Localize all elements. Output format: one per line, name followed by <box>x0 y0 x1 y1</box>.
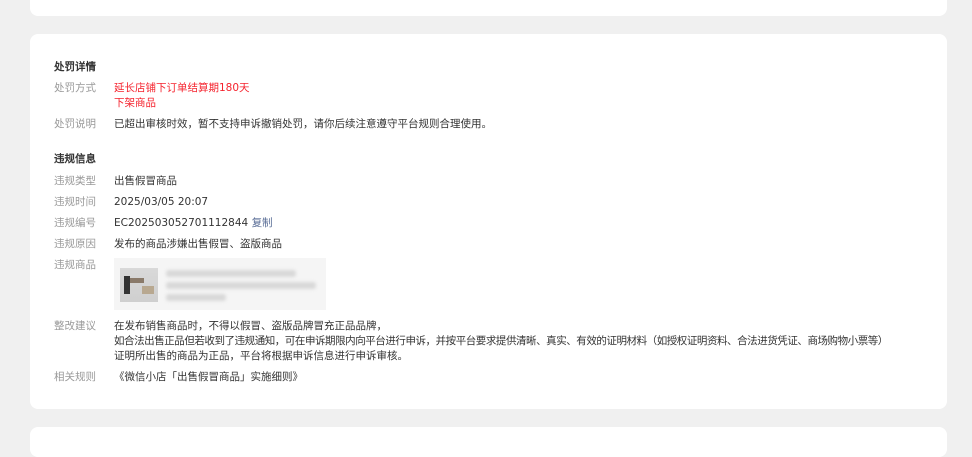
rectify-row: 整改建议 在发布销售商品时，不得以假冒、盗版品牌冒充正品品牌， 如合法出售正品但… <box>54 319 927 367</box>
product-image <box>120 268 158 302</box>
product-title-blurred <box>166 282 316 289</box>
product-image-detail <box>130 278 144 283</box>
product-card[interactable] <box>114 258 326 310</box>
penalty-desc-value: 已超出审核时效，暂不支持申诉撤销处罚，请你后续注意遵守平台规则合理使用。 <box>114 118 492 130</box>
penalty-detail-card: 处罚详情 处罚方式 延长店铺下订单结算期180天 下架商品 处罚说明 已超出审核… <box>30 34 947 409</box>
penalty-method-item: 延长店铺下订单结算期180天 <box>114 82 250 94</box>
penalty-method-item: 下架商品 <box>114 97 156 109</box>
violation-product-label: 违规商品 <box>54 259 96 271</box>
product-image-detail <box>142 286 154 294</box>
violation-type-value: 出售假冒商品 <box>114 175 177 187</box>
product-price-blurred <box>166 294 226 301</box>
previous-card <box>30 0 947 16</box>
violation-product-value <box>114 258 927 310</box>
next-card <box>30 427 947 457</box>
penalty-section-title: 处罚详情 <box>54 61 96 73</box>
penalty-desc-label: 处罚说明 <box>54 118 96 130</box>
violation-id-value: EC20250305270111284​4 复制 <box>114 216 927 231</box>
penalty-method-value: 延长店铺下订单结算期180天 下架商品 <box>114 81 927 111</box>
violation-time-value: 2025/03/05 20:07 <box>114 196 209 208</box>
violation-id-text: EC20250305270111284​4 <box>114 217 249 229</box>
penalty-method-row: 处罚方式 延长店铺下订单结算期180天 下架商品 <box>54 81 927 113</box>
copy-button[interactable]: 复制 <box>252 217 273 229</box>
violation-reason-label: 违规原因 <box>54 238 96 250</box>
violation-reason-value: 发布的商品涉嫌出售假冒、盗版商品 <box>114 238 282 250</box>
violation-id-label: 违规编号 <box>54 217 96 229</box>
violation-time-label: 违规时间 <box>54 196 96 208</box>
violation-type-label: 违规类型 <box>54 175 96 187</box>
rectify-line: 如合法出售正品但若收到了违规通知，可在申诉期限内向平台进行申诉，并按平台要求提供… <box>114 335 888 347</box>
violation-section-title: 违规信息 <box>54 153 96 165</box>
rectify-value: 在发布销售商品时，不得以假冒、盗版品牌冒充正品品牌， 如合法出售正品但若收到了违… <box>114 319 927 364</box>
penalty-method-label: 处罚方式 <box>54 82 96 94</box>
rules-link[interactable]: 《微信小店「出售假冒商品」实施细则》 <box>114 370 927 385</box>
rectify-line: 在发布销售商品时，不得以假冒、盗版品牌冒充正品品牌， <box>114 320 387 332</box>
violation-product-row: 违规商品 <box>54 258 927 314</box>
rectify-label: 整改建议 <box>54 320 96 332</box>
product-title-blurred <box>166 270 296 277</box>
rules-label: 相关规则 <box>54 371 96 383</box>
rectify-line: 证明所出售的商品为正品，平台将根据申诉信息进行申诉审核。 <box>114 350 408 362</box>
